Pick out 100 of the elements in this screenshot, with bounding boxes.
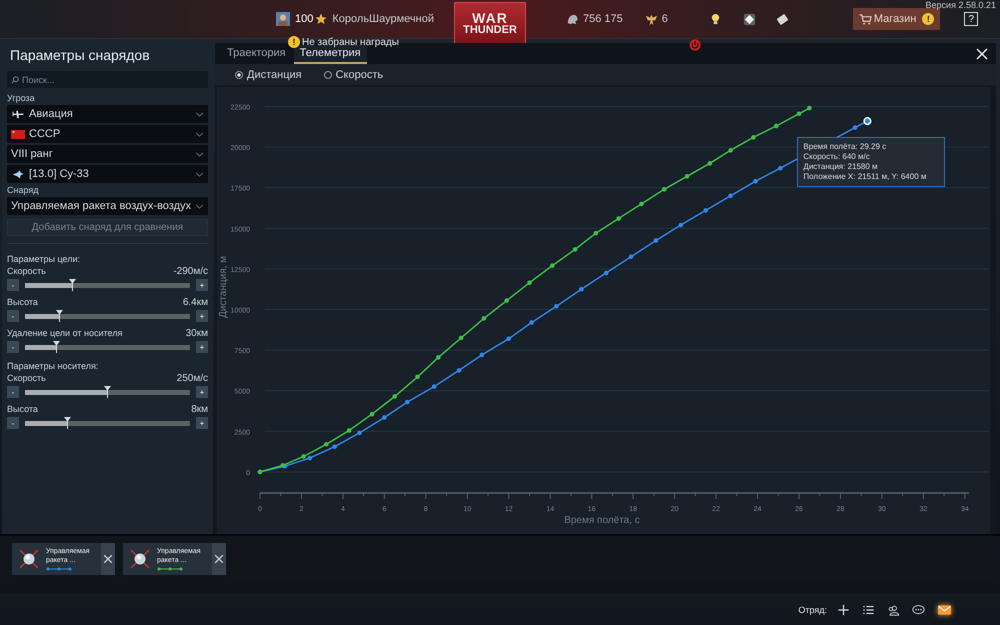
player-name[interactable]: КорольШаурмечной (332, 13, 434, 25)
slider-label: Удаление цели от носителя (7, 328, 122, 339)
data-point[interactable] (774, 124, 778, 128)
data-point[interactable] (639, 202, 644, 206)
dropdown[interactable]: Управляемая ракета воздух-воздух (7, 197, 208, 215)
people-icon[interactable] (887, 604, 900, 616)
decrease-button[interactable]: - (7, 310, 19, 322)
slider-thumb[interactable] (104, 386, 111, 398)
data-point[interactable] (728, 194, 733, 198)
decrease-button[interactable]: - (7, 417, 19, 429)
alert-badge: ! (922, 13, 934, 25)
data-point[interactable] (807, 106, 812, 110)
data-point[interactable] (404, 400, 410, 404)
data-point[interactable] (504, 298, 509, 303)
data-point[interactable] (456, 368, 462, 373)
chat-icon[interactable] (912, 604, 925, 616)
data-point[interactable] (852, 125, 858, 130)
close-icon[interactable] (212, 543, 226, 575)
rewards-notice[interactable]: Не забраны награды (302, 36, 399, 48)
help-button[interactable]: ? (964, 12, 978, 26)
radio-option[interactable]: Дистанция (235, 68, 302, 80)
data-point[interactable] (616, 216, 621, 221)
increase-button[interactable]: + (196, 417, 208, 429)
data-point[interactable] (728, 148, 733, 153)
avatar-icon[interactable] (276, 12, 290, 26)
close-icon[interactable] (101, 543, 115, 575)
list-icon[interactable] (862, 604, 875, 616)
increase-button[interactable]: + (196, 279, 208, 291)
data-point[interactable] (662, 187, 667, 192)
hovered-point[interactable] (863, 117, 872, 126)
decrease-button[interactable]: - (7, 341, 19, 353)
data-point[interactable] (436, 355, 441, 360)
game-logo[interactable]: WAR THUNDER (454, 2, 526, 44)
decrease-button[interactable]: - (7, 279, 19, 291)
slider-thumb[interactable] (64, 416, 72, 428)
mail-icon[interactable] (937, 604, 952, 616)
radio-button[interactable] (324, 70, 332, 78)
increase-button[interactable]: + (196, 310, 208, 322)
tab[interactable]: Траектория (221, 45, 292, 64)
data-point[interactable] (280, 463, 286, 468)
data-point[interactable] (480, 352, 484, 358)
data-point[interactable] (324, 442, 329, 447)
dropdown[interactable]: VIII ранг (7, 145, 208, 163)
panel-title: Параметры снарядов (10, 47, 151, 63)
data-point[interactable] (554, 304, 559, 309)
missile-icon (129, 548, 151, 570)
data-point[interactable] (458, 336, 464, 340)
data-point[interactable] (572, 247, 578, 252)
plus-icon[interactable] (837, 604, 850, 616)
data-point[interactable] (506, 336, 512, 342)
data-point[interactable] (703, 208, 708, 213)
shop-button[interactable]: Магазин ! (852, 8, 940, 30)
data-point[interactable] (382, 415, 387, 420)
data-point[interactable] (432, 384, 436, 389)
data-point[interactable] (579, 286, 584, 292)
data-point[interactable] (628, 254, 634, 259)
tooltip-line: Дистанция: 21580 м (803, 162, 879, 172)
increase-button[interactable]: + (196, 341, 208, 353)
increase-button[interactable]: + (196, 386, 208, 398)
data-point[interactable] (357, 430, 362, 436)
data-point[interactable] (778, 166, 783, 170)
data-point[interactable] (527, 280, 532, 285)
data-point[interactable] (307, 456, 312, 460)
slider-thumb[interactable] (52, 340, 60, 352)
decrease-button[interactable]: - (7, 386, 19, 398)
field-label: Снаряд (7, 185, 40, 195)
tooltip-line: Положение X: 21511 м, Y: 6400 м (803, 172, 928, 182)
data-point[interactable] (796, 112, 802, 116)
slider-thumb[interactable] (69, 278, 76, 290)
data-point[interactable] (751, 135, 756, 140)
data-point[interactable] (678, 222, 684, 228)
slider-label: Скорость (7, 266, 46, 277)
radio-button[interactable] (235, 70, 243, 78)
data-point[interactable] (654, 238, 658, 243)
data-point[interactable] (332, 444, 337, 450)
dropdown[interactable]: СССР (7, 125, 208, 143)
data-point[interactable] (550, 263, 555, 268)
data-point[interactable] (301, 454, 306, 459)
search-field[interactable]: Поиск... (7, 71, 208, 88)
data-point[interactable] (604, 270, 608, 276)
data-point[interactable] (708, 161, 712, 166)
dropdown[interactable]: Авиация (7, 105, 208, 123)
radio-option[interactable]: Скорость (324, 68, 384, 80)
data-point[interactable] (529, 320, 534, 325)
data-point[interactable] (415, 374, 420, 380)
data-point[interactable] (684, 174, 690, 179)
data-point[interactable] (482, 316, 486, 321)
lightbulb-icon[interactable] (710, 12, 721, 26)
close-icon[interactable] (976, 48, 988, 60)
data-point[interactable] (594, 230, 598, 236)
data-point[interactable] (392, 394, 398, 399)
data-point[interactable] (370, 412, 374, 417)
slider-thumb[interactable] (56, 310, 64, 322)
data-point[interactable] (346, 428, 352, 433)
data-point[interactable] (753, 178, 758, 184)
slider-label: Высота (7, 297, 38, 308)
dropdown[interactable]: [13.0] Су-33 (7, 165, 208, 183)
dropdown-value: СССР (29, 128, 62, 140)
chevron-icon (195, 152, 204, 156)
diamond-icon[interactable] (742, 12, 756, 26)
